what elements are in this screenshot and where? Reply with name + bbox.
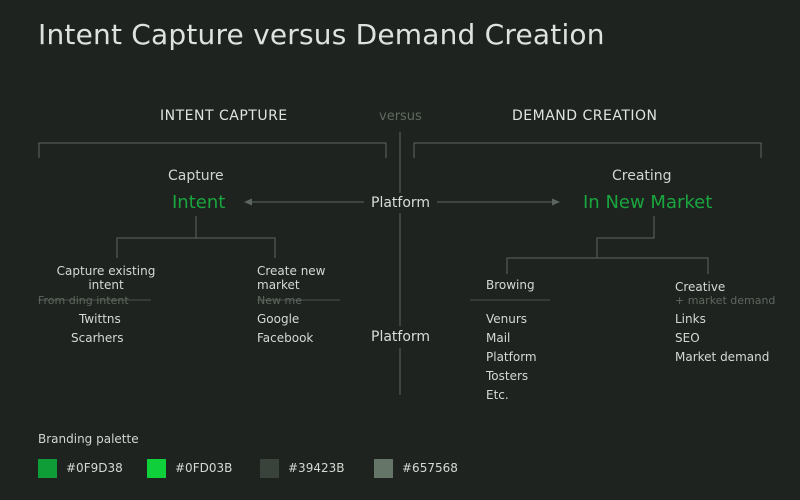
palette-hex: #0FD03B: [175, 461, 233, 475]
palette-swatch: [374, 459, 393, 478]
right-branch1-item: Platform: [486, 350, 537, 364]
palette-swatch: [147, 459, 166, 478]
right-branch1-item: Venurs: [486, 312, 528, 326]
right-branch2-item: Market demand: [675, 350, 770, 364]
arrow-left-head: [244, 198, 252, 206]
left-subtitle: Capture: [168, 168, 224, 184]
left-highlight: Intent: [172, 192, 226, 213]
right-bracket: [413, 142, 762, 158]
platform-label-bottom: Platform: [371, 329, 431, 345]
right-highlight: In New Market: [583, 192, 713, 213]
left-branch2-item: Google: [257, 312, 300, 326]
arrow-right-head: [552, 198, 560, 206]
palette-hex: #657568: [402, 461, 458, 475]
right-subtitle: Creating: [612, 168, 672, 184]
right-branch2-note: + market demand: [675, 294, 776, 307]
right-tree: [506, 216, 709, 274]
page-title: Intent Capture versus Demand Creation: [38, 18, 605, 51]
palette-hex: #0F9D38: [66, 461, 123, 475]
left-branch1-item: Twittns: [79, 312, 121, 326]
versus-label: versus: [379, 109, 422, 124]
palette-swatch: [260, 459, 279, 478]
connector-lines: [38, 132, 762, 395]
left-branch2-item: Facebook: [257, 331, 314, 345]
palette-hex: #39423B: [288, 461, 345, 475]
right-branch2-item: SEO: [675, 331, 700, 345]
left-branch1-item: Scarhers: [71, 331, 124, 345]
left-branch2-label: Create new market: [257, 264, 326, 292]
demand-creation-header: DEMAND CREATION: [512, 108, 658, 124]
palette-swatch: [38, 459, 57, 478]
left-tree: [116, 216, 276, 258]
left-bracket: [38, 142, 387, 158]
platform-label-top: Platform: [371, 195, 431, 211]
right-branch2-item: Links: [675, 312, 706, 326]
right-branch2-label: Creative: [675, 280, 726, 294]
intent-capture-header: INTENT CAPTURE: [160, 108, 288, 124]
right-branch1-item: Mail: [486, 331, 511, 345]
right-branch1-item: Tosters: [486, 369, 529, 383]
left-branch1-label: Capture existing intent: [56, 264, 156, 292]
left-branch2-note: New me: [257, 294, 302, 307]
palette-title: Branding palette: [38, 432, 139, 446]
right-branch1-label: Browing: [486, 278, 535, 292]
left-branch1-note: From ding intent: [38, 294, 129, 307]
right-branch1-item: Etc.: [486, 388, 509, 402]
